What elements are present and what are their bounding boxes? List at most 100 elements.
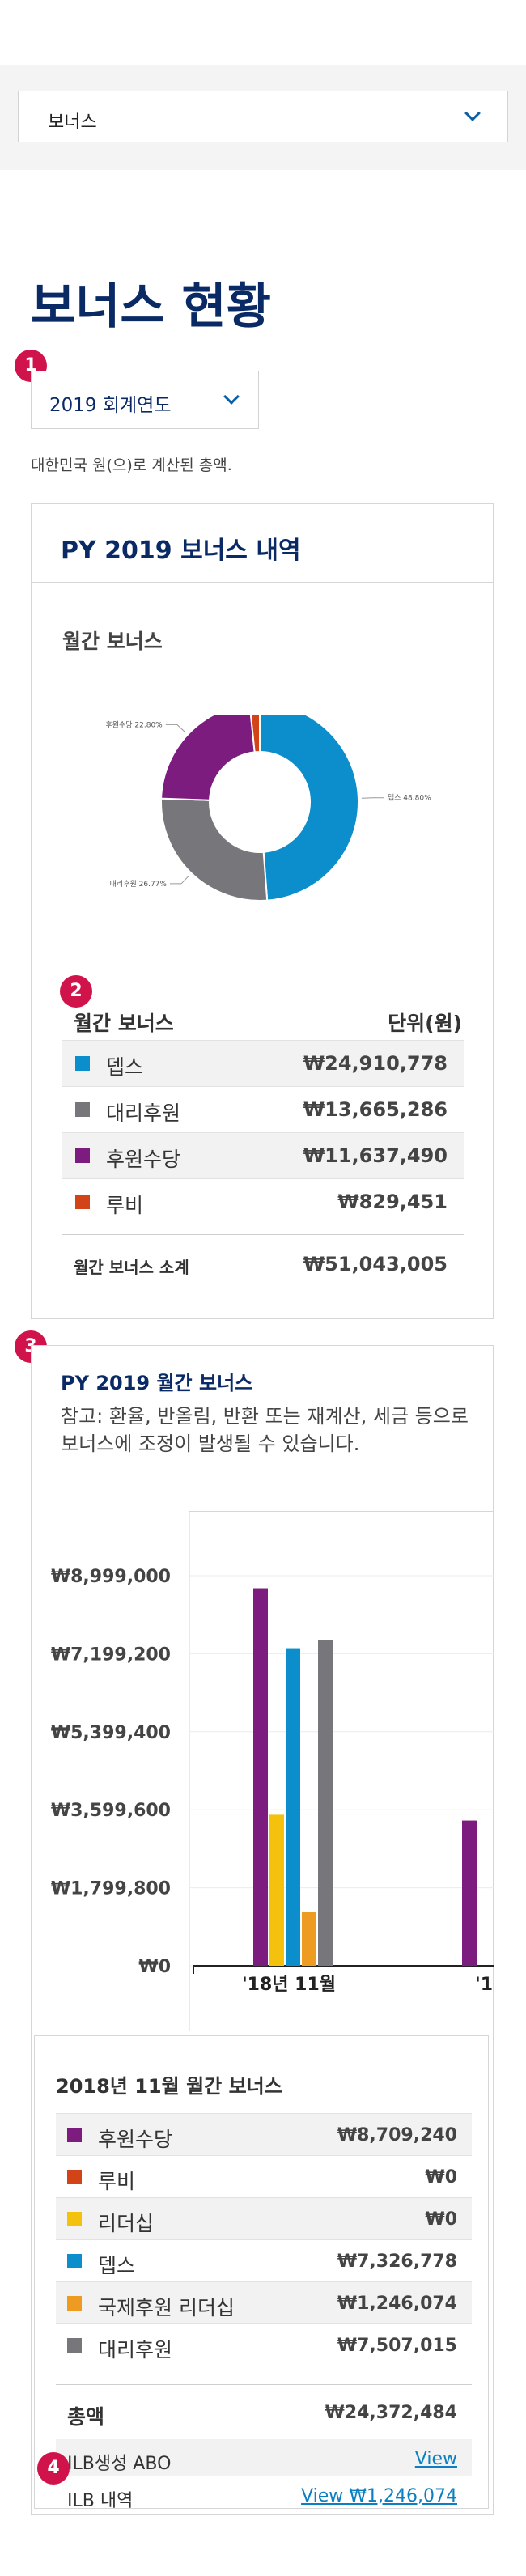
legend-swatch [75,1102,90,1117]
ilb-detail-label: ILB 내역 [67,2491,134,2511]
donut-leader-line [361,797,384,799]
legend-swatch [67,2170,82,2184]
bonus-value: ₩11,637,490 [303,1144,448,1167]
donut-slice-0 [259,715,359,902]
legend-swatch [67,2128,82,2142]
bonus-name: 후원수당 [106,1148,181,1171]
total-value: ₩24,372,484 [325,2403,457,2423]
y-tick-label: ₩3,599,600 [51,1801,171,1821]
donut-leader-line [165,724,186,733]
section-nav-selected: 보너스 [48,112,97,133]
detail-value: ₩7,326,778 [337,2251,457,2272]
fiscal-year-selected: 2019 회계연도 [49,395,172,416]
month-detail-popup: 2018년 11월 월간 보너스 후원수당 ₩8,709,240 루비 ₩0 리더십 ₩0… [34,2035,489,2511]
detail-row: 리더십 ₩0 [56,2197,472,2239]
table-header-unit: 단위(원) [388,1012,462,1035]
month-detail-title: 2018년 11월 월간 보너스 [56,2075,282,2098]
donut-slice-1 [160,797,269,902]
detail-value: ₩7,507,015 [337,2336,457,2356]
legend-swatch [67,2212,82,2226]
detail-row: 대리후원 ₩7,507,015 [56,2323,472,2366]
y-tick-label: ₩0 [138,1957,171,1977]
bonus-value: ₩13,665,286 [303,1098,448,1121]
detail-name: 루비 [98,2170,136,2193]
total-label: 총액 [67,2405,105,2429]
chevron-down-icon [464,105,481,121]
bar-2-0[interactable] [286,1648,300,1966]
bar-0-0[interactable] [253,1588,268,1966]
bonus-row: 뎁스 ₩24,910,778 [62,1040,464,1086]
legend-swatch [75,1148,90,1163]
y-tick-label: ₩7,199,200 [51,1644,171,1665]
section-nav-select[interactable]: 보너스 [18,91,508,142]
ilb-detail-view-link[interactable]: View ₩1,246,074 [301,2486,457,2506]
bar-0-1[interactable] [462,1820,477,1966]
monthly-bar-chart[interactable]: ₩8,999,000 ₩7,199,200 ₩5,399,400 ₩3,599,600… [32,1511,494,2031]
step-badge-2: 2 [60,975,92,1008]
donut-slice-label: 대리후원 26.77% [110,880,168,889]
donut-leader-line [169,875,190,885]
fiscal-year-select[interactable]: 2019 회계연도 [31,371,259,429]
bonus-row: 후원수당 ₩11,637,490 [62,1132,464,1178]
monthly-bonus-subtitle: 월간 보너스 [62,630,163,653]
donut-slice-label: 후원수당 22.80% [105,720,163,729]
detail-row: 국제후원 리더십 ₩1,246,074 [56,2281,472,2323]
chevron-down-icon [223,388,240,405]
detail-row: 루비 ₩0 [56,2155,472,2197]
detail-name: 뎁스 [98,2254,136,2277]
y-tick-label: ₩8,999,000 [51,1567,171,1587]
y-tick-label: ₩5,399,400 [51,1723,171,1743]
legend-swatch [75,1195,90,1209]
bonus-name: 대리후원 [106,1101,181,1125]
page-title: 보너스 현황 [31,278,271,335]
x-tick-label[interactable]: '18년 11월 [242,1975,336,1995]
monthly-bonus-title: PY 2019 월간 보너스 [61,1372,253,1394]
step-badge-4: 4 [37,2452,70,2485]
page: 보너스 보너스 현황 1 2019 회계연도 대한민국 원(으)로 계산된 총액… [0,0,526,2576]
bonus-value: ₩829,451 [337,1190,448,1213]
bar-3-0[interactable] [302,1912,316,1966]
x-tick-label[interactable]: '18년 [475,1975,494,1995]
month-detail-total: 총액 ₩24,372,484 [56,2384,472,2439]
donut-slice-2 [160,715,256,801]
bonus-row: 대리후원 ₩13,665,286 [62,1086,464,1132]
subtotal-label: 월간 보너스 소계 [74,1258,189,1277]
detail-name: 리더십 [98,2212,155,2235]
donut-slice-label: 뎁스 48.80% [388,793,431,803]
bar-4-0[interactable] [318,1640,333,1966]
divider [32,582,493,583]
legend-swatch [67,2254,82,2268]
detail-name: 국제후원 리더십 [98,2296,235,2319]
bar-1-0[interactable] [269,1814,284,1966]
bonus-name: 뎁스 [106,1055,144,1079]
subtotal-value: ₩51,043,005 [303,1253,448,1275]
bonus-breakdown-title: PY 2019 보너스 내역 [61,537,301,565]
detail-name: 대리후원 [98,2338,173,2362]
detail-name: 후원수당 [98,2128,173,2151]
ilb-detail-row: ILB 내역 View ₩1,246,074 [56,2476,472,2514]
ilb-abo-view-link[interactable]: View [415,2449,457,2469]
adjustment-note: 참고: 환율, 반올림, 반환 또는 재계산, 세금 등으로 보너스에 조정이 … [61,1405,469,1455]
table-header-label: 월간 보너스 [74,1012,174,1035]
bonus-row: 루비 ₩829,451 [62,1178,464,1224]
legend-swatch [75,1056,90,1071]
detail-value: ₩1,246,074 [337,2294,457,2314]
ilb-abo-label: ILB생성 ABO [67,2454,172,2474]
detail-row: 뎁스 ₩7,326,778 [56,2239,472,2281]
currency-note: 대한민국 원(으)로 계산된 총액. [31,456,232,474]
ilb-abo-row: ILB생성 ABO View [56,2439,472,2476]
detail-row: 후원수당 ₩8,709,240 [56,2113,472,2155]
monthly-bonus-subtotal: 월간 보너스 소계 ₩51,043,005 [62,1234,464,1291]
legend-swatch [67,2338,82,2353]
detail-value: ₩0 [425,2209,457,2230]
monthly-bonus-table: 뎁스 ₩24,910,778 대리후원 ₩13,665,286 후원수당 ₩11,637,… [62,1040,464,1224]
bonus-breakdown-card: PY 2019 보너스 내역 월간 보너스 뎁스 48.80% 대리후원 26.7… [31,503,494,1319]
y-tick-label: ₩1,799,800 [51,1879,171,1899]
month-detail-table: 후원수당 ₩8,709,240 루비 ₩0 리더십 ₩0 뎁스 ₩7,326,778 국제후원 … [56,2113,472,2366]
detail-value: ₩8,709,240 [337,2125,457,2145]
bonus-value: ₩24,910,778 [303,1052,448,1075]
donut-chart: 뎁스 48.80%대리후원 26.77%후원수당 22.80%루비 1.63% [105,715,431,902]
detail-value: ₩0 [425,2167,457,2188]
y-axis-panel [32,1511,189,2031]
legend-swatch [67,2296,82,2311]
